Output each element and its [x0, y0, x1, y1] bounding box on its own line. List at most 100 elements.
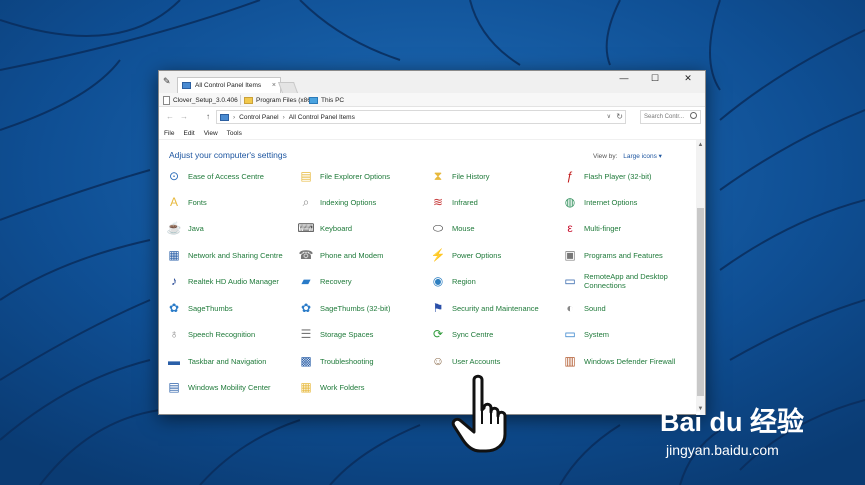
up-button[interactable]: ↑: [203, 112, 213, 122]
control-panel-item[interactable]: ☕ Java: [165, 217, 295, 239]
control-panel-item[interactable]: ▤ Windows Mobility Center: [165, 376, 295, 398]
control-panel-item[interactable]: ▦ Work Folders: [297, 376, 427, 398]
control-panel-item[interactable]: ▰ Recovery: [297, 270, 427, 292]
page-title: Adjust your computer's settings: [169, 150, 287, 160]
control-panel-item[interactable]: A Fonts: [165, 191, 295, 213]
control-panel-item[interactable]: ☺ User Accounts: [429, 350, 559, 372]
refresh-icon[interactable]: ↻: [616, 112, 623, 121]
control-panel-item[interactable]: ◐ Sound: [561, 297, 691, 319]
control-panel-item[interactable]: ▥ Windows Defender Firewall: [561, 350, 691, 372]
sync-centre-icon: ⟳: [432, 327, 444, 341]
control-panel-item[interactable]: ▣ Programs and Features: [561, 244, 691, 266]
control-panel-item-label: Internet Options: [584, 197, 638, 207]
control-panel-item[interactable]: ▭ System: [561, 323, 691, 345]
control-panel-item[interactable]: ✿ SageThumbs: [165, 297, 295, 319]
breadcrumb-all-items[interactable]: All Control Panel Items: [289, 114, 355, 121]
phone-modem-icon: ☎: [298, 248, 314, 262]
address-dropdown-icon[interactable]: ∨: [607, 113, 611, 120]
tab-close-button[interactable]: ×: [272, 82, 276, 89]
control-panel-item[interactable]: ▭ RemoteApp and Desktop Connections: [561, 270, 691, 292]
menu-tools[interactable]: Tools: [227, 130, 242, 137]
view-by: View by: Large icons ▾: [593, 152, 662, 160]
menu-bar: File Edit View Tools: [159, 127, 705, 139]
control-panel-item[interactable]: ⊙ Ease of Access Centre: [165, 166, 295, 187]
new-tab-button[interactable]: [277, 82, 299, 93]
java-icon: ☕: [166, 221, 182, 235]
control-panel-item-label: Realtek HD Audio Manager: [188, 276, 279, 286]
control-panel-item[interactable]: ⧗ File History: [429, 166, 559, 187]
control-panel-item[interactable]: ⌨ Keyboard: [297, 217, 427, 239]
control-panel-item[interactable]: ▤ File Explorer Options: [297, 166, 427, 187]
mouse-icon: ⬭: [432, 221, 444, 235]
control-panel-item-label: Power Options: [452, 250, 502, 260]
control-panel-item-label: Windows Mobility Center: [188, 382, 271, 392]
control-panel-item-label: Recovery: [320, 276, 352, 286]
control-panel-item[interactable]: ƒ Flash Player (32-bit): [561, 166, 691, 187]
favorite-item-clover-setup[interactable]: Clover_Setup_3.0.406: [163, 95, 238, 105]
control-panel-item[interactable]: ⚡ Power Options: [429, 244, 559, 266]
back-button[interactable]: ←: [165, 112, 175, 122]
control-panel-item[interactable]: ≋ Infrared: [429, 191, 559, 213]
control-panel-item-label: Indexing Options: [320, 197, 377, 207]
control-panel-item[interactable]: ▬ Taskbar and Navigation: [165, 350, 295, 372]
favorite-label: This PC: [321, 96, 345, 104]
control-panel-item[interactable]: ⬭ Mouse: [429, 217, 559, 239]
region-icon: ◉: [432, 274, 444, 288]
control-panel-item[interactable]: ▦ Network and Sharing Centre: [165, 244, 295, 266]
control-panel-item-label: Sound: [584, 303, 606, 313]
control-panel-item[interactable]: ☎ Phone and Modem: [297, 244, 427, 266]
control-panel-item[interactable]: ⟳ Sync Centre: [429, 323, 559, 345]
search-input[interactable]: Search Contr...: [640, 110, 701, 124]
maximize-button[interactable]: ☐: [640, 71, 670, 87]
control-panel-item-label: Network and Sharing Centre: [188, 250, 283, 260]
title-bar: ✎ All Control Panel Items × — ☐ ✕: [159, 71, 705, 93]
control-panel-item-label: System: [584, 329, 610, 339]
control-panel-item[interactable]: ☰ Storage Spaces: [297, 323, 427, 345]
control-panel-item-label: Java: [188, 223, 204, 233]
address-row: ← → ↑ › Control Panel › All Control Pane…: [159, 107, 705, 127]
close-button[interactable]: ✕: [673, 71, 703, 87]
sound-icon: ◐: [566, 301, 574, 315]
scrollbar[interactable]: ▲ ▼: [696, 140, 705, 415]
system-icon: ▭: [564, 327, 576, 341]
forward-button[interactable]: →: [179, 112, 189, 122]
control-panel-item-label: Speech Recognition: [188, 329, 256, 339]
menu-edit[interactable]: Edit: [183, 130, 194, 137]
baidu-watermark: Bai du 经验 jingyan.baidu.com: [660, 390, 860, 470]
control-panel-item[interactable]: ♁ Speech Recognition: [165, 323, 295, 345]
control-panel-item[interactable]: ⌕ Indexing Options: [297, 191, 427, 213]
pin-icon[interactable]: ✎: [163, 76, 173, 86]
breadcrumb-control-panel[interactable]: Control Panel: [239, 114, 278, 121]
control-panel-item[interactable]: ◍ Internet Options: [561, 191, 691, 213]
favorite-item-program-files[interactable]: Program Files (x86): [244, 95, 313, 105]
control-panel-item[interactable]: ✿ SageThumbs (32-bit): [297, 297, 427, 319]
favorite-item-this-pc[interactable]: This PC: [309, 95, 344, 105]
fonts-icon: A: [169, 195, 178, 209]
file-history-icon: ⧗: [433, 169, 443, 183]
menu-file[interactable]: File: [164, 130, 174, 137]
keyboard-icon: ⌨: [297, 221, 315, 235]
control-panel-item[interactable]: ⚑ Security and Maintenance: [429, 297, 559, 319]
breadcrumb-separator: ›: [233, 113, 236, 121]
tab-all-control-panel-items[interactable]: All Control Panel Items ×: [177, 77, 281, 93]
menu-view[interactable]: View: [204, 130, 218, 137]
taskbar-icon: ▬: [168, 354, 180, 368]
scroll-up-button[interactable]: ▲: [696, 141, 705, 149]
control-panel-item-label: RemoteApp and Desktop Connections: [584, 272, 668, 290]
control-panel-item[interactable]: ♪ Realtek HD Audio Manager: [165, 270, 295, 292]
control-panel-item-label: Taskbar and Navigation: [188, 356, 267, 366]
infrared-icon: ≋: [432, 195, 444, 209]
view-by-dropdown[interactable]: Large icons ▾: [623, 153, 662, 160]
address-bar[interactable]: › Control Panel › All Control Panel Item…: [216, 110, 626, 124]
control-panel-item-label: Region: [452, 276, 476, 286]
sagethumbs-icon: ✿: [168, 301, 180, 315]
minimize-button[interactable]: —: [609, 71, 639, 87]
recovery-icon: ▰: [301, 274, 311, 288]
control-panel-item[interactable]: ◉ Region: [429, 270, 559, 292]
troubleshooting-icon: ▩: [300, 354, 312, 368]
control-panel-item[interactable]: ▩ Troubleshooting: [297, 350, 427, 372]
scroll-thumb[interactable]: [697, 208, 704, 396]
control-panel-item[interactable]: ε Multi-finger: [561, 217, 691, 239]
control-panel-item-label: User Accounts: [452, 356, 501, 366]
network-icon: ▦: [168, 248, 180, 262]
